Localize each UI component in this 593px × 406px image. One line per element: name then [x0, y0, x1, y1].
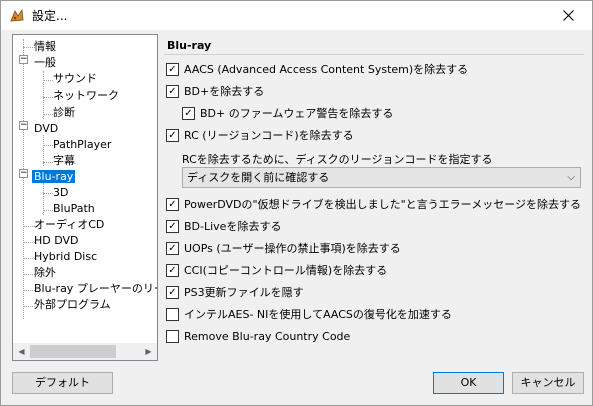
region-dropdown-value: ディスクを開く前に確認する	[187, 171, 330, 184]
app-fox-icon	[10, 8, 24, 22]
checkbox[interactable]: ✓	[166, 129, 179, 142]
checkbox[interactable]: ✓	[166, 198, 179, 211]
tree-line	[43, 210, 53, 211]
checkbox[interactable]: ✓	[166, 286, 179, 299]
tree-item-subtitles[interactable]: 字幕	[53, 152, 75, 169]
default-button[interactable]: デフォルト	[12, 372, 113, 394]
tree-item-network[interactable]: ネットワーク	[53, 87, 119, 104]
ok-button[interactable]: OK	[433, 372, 504, 394]
settings-tree[interactable]: − − − 情報 一般 サウンド ネットワーク 診断 DVD PathPlaye…	[12, 34, 158, 361]
tree-line	[43, 145, 53, 146]
tree-item-pathplayer[interactable]: PathPlayer	[53, 136, 111, 153]
checkbox[interactable]: ✓	[166, 63, 179, 76]
checkbox[interactable]	[166, 308, 179, 321]
checkbox[interactable]: ✓	[182, 107, 195, 120]
tree-line	[43, 114, 53, 115]
checkbox[interactable]: ✓	[166, 242, 179, 255]
tree-item-hybrid-disc[interactable]: Hybrid Disc	[34, 248, 97, 265]
checkbox[interactable]	[166, 330, 179, 343]
scroll-right-icon[interactable]: ▶	[140, 343, 157, 360]
tree-item-general[interactable]: 一般	[34, 54, 56, 71]
tree-line	[43, 80, 53, 81]
panel-title: Blu-ray	[167, 39, 212, 52]
tree-item-3d[interactable]: 3D	[53, 184, 68, 201]
tree-item-hd-dvd[interactable]: HD DVD	[34, 232, 79, 249]
tree-line	[43, 97, 53, 98]
tree-item-diagnostics[interactable]: 診断	[53, 104, 75, 121]
panel-divider	[164, 54, 584, 55]
title-bar: 設定...	[1, 1, 592, 30]
tree-item-bluray-region[interactable]: Blu-ray プレーヤーのリージ	[34, 280, 157, 297]
settings-dialog: 設定... − − − 情報 一般 サウンド ネットワーク 診断 DVD Pat…	[0, 0, 593, 406]
tree-item-audio-cd[interactable]: オーディオCD	[34, 216, 104, 233]
region-select-label: RCを除去するために、ディスクのリージョンコードを指定する	[182, 153, 493, 166]
tree-item-blupath[interactable]: BluPath	[53, 200, 95, 217]
window-title: 設定...	[32, 9, 68, 23]
tree-item-bluray[interactable]: Blu-ray	[32, 168, 76, 185]
tree-item-exclusions[interactable]: 除外	[34, 264, 56, 281]
tree-line	[43, 162, 53, 163]
close-button[interactable]	[546, 1, 591, 30]
chevron-down-icon: ⌵	[567, 172, 575, 183]
region-dropdown[interactable]: ディスクを開く前に確認する ⌵	[182, 167, 581, 188]
tree-line	[43, 71, 44, 119]
checkbox[interactable]: ✓	[166, 85, 179, 98]
collapse-icon[interactable]: −	[19, 55, 28, 64]
checkbox[interactable]: ✓	[166, 264, 179, 277]
cancel-button[interactable]: キャンセル	[512, 372, 584, 394]
scroll-thumb[interactable]	[30, 345, 116, 358]
scroll-left-icon[interactable]: ◀	[13, 343, 30, 360]
collapse-icon[interactable]: −	[19, 169, 28, 178]
tree-line	[43, 193, 53, 194]
tree-line	[23, 39, 24, 319]
tree-item-external-programs[interactable]: 外部プログラム	[34, 296, 111, 313]
tree-item-dvd[interactable]: DVD	[34, 120, 58, 137]
tree-item-info[interactable]: 情報	[34, 38, 56, 55]
close-icon	[563, 10, 574, 21]
horizontal-scrollbar[interactable]: ◀ ▶	[13, 343, 157, 360]
collapse-icon[interactable]: −	[19, 121, 28, 130]
tree-item-sound[interactable]: サウンド	[53, 70, 97, 87]
checkbox[interactable]: ✓	[166, 220, 179, 233]
